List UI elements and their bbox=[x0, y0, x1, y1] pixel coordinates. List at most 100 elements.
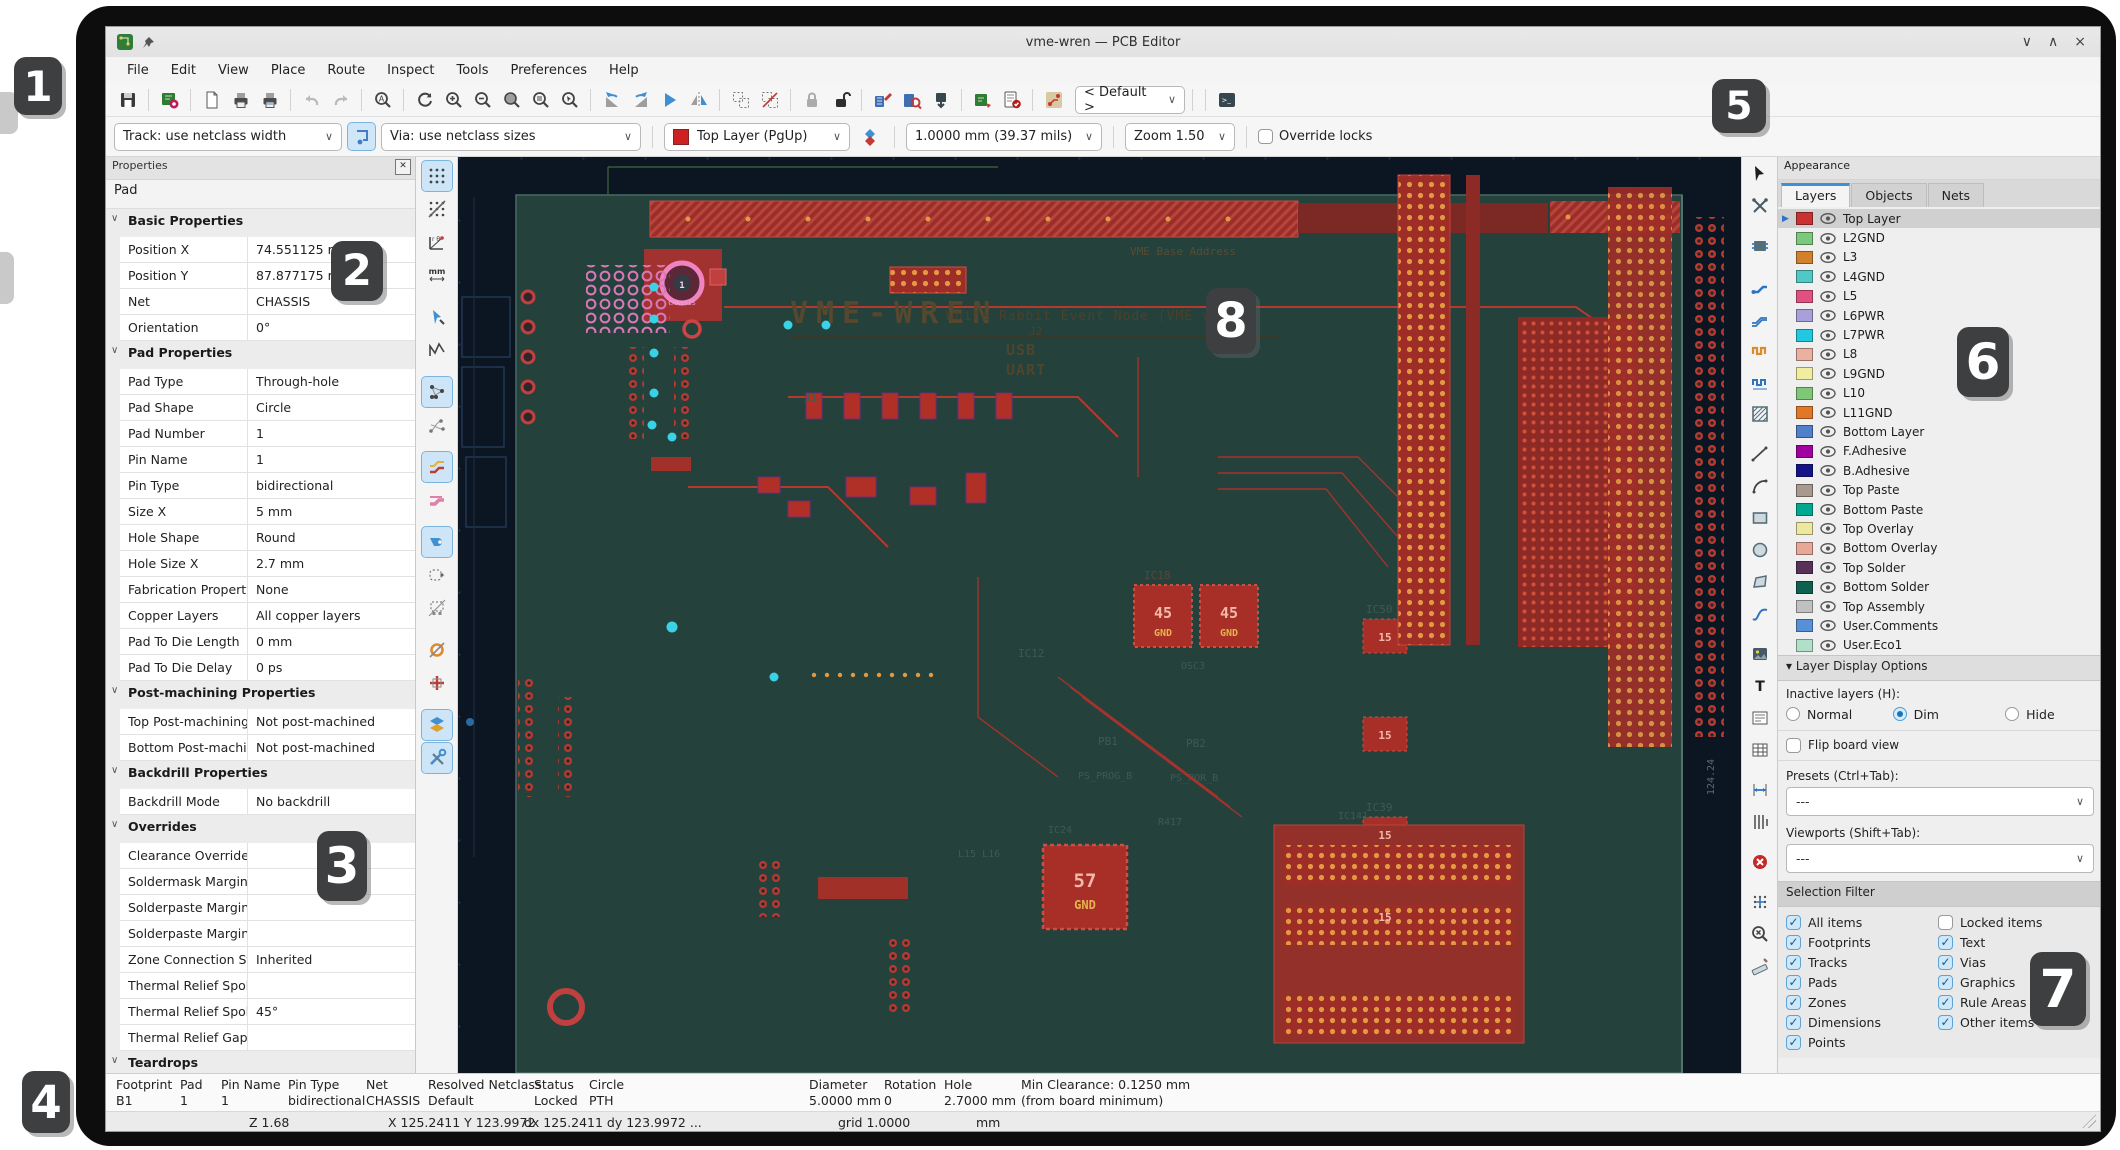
layer-row-l8[interactable]: L8 bbox=[1778, 345, 2101, 364]
layer-color-swatch[interactable] bbox=[1796, 290, 1813, 303]
layer-row-user-comments[interactable]: User.Comments bbox=[1778, 616, 2101, 635]
ungroup-button[interactable] bbox=[756, 86, 783, 113]
property-value[interactable]: 0 ps bbox=[248, 655, 415, 680]
layer-color-swatch[interactable] bbox=[1796, 212, 1813, 225]
update-pcb-button[interactable] bbox=[969, 86, 996, 113]
page-settings-button[interactable] bbox=[198, 86, 225, 113]
checkbox[interactable]: ✓ bbox=[1938, 975, 1953, 990]
add-image-button[interactable] bbox=[1745, 639, 1775, 669]
route-diff-pairs-button[interactable] bbox=[1745, 303, 1775, 333]
property-value[interactable]: 2.7 mm bbox=[248, 551, 415, 576]
highlight-net-button[interactable] bbox=[1745, 191, 1775, 221]
track-clearance-button[interactable] bbox=[422, 485, 452, 515]
eye-icon[interactable] bbox=[1820, 368, 1836, 379]
layer-color-swatch[interactable] bbox=[1796, 270, 1813, 283]
print-button[interactable] bbox=[227, 86, 254, 113]
preset-dropdown[interactable]: < Default >∨ bbox=[1075, 86, 1185, 114]
layer-row-top-overlay[interactable]: Top Overlay bbox=[1778, 519, 2101, 538]
filter-locked-items[interactable]: Locked items bbox=[1938, 915, 2094, 930]
menu-route[interactable]: Route bbox=[318, 60, 374, 81]
grid-dropdown[interactable]: 1.0000 mm (39.37 mils)∨ bbox=[906, 123, 1102, 151]
layer-row-l3[interactable]: L3 bbox=[1778, 248, 2101, 267]
layer-row-l9gnd[interactable]: L9GND bbox=[1778, 364, 2101, 383]
checkbox[interactable]: ✓ bbox=[1938, 1015, 1953, 1030]
delete-tool-button[interactable] bbox=[1745, 847, 1775, 877]
find-button[interactable]: A bbox=[369, 86, 396, 113]
eye-icon[interactable] bbox=[1820, 388, 1836, 399]
checkbox[interactable]: ✓ bbox=[1786, 955, 1801, 970]
properties-section-teardrops[interactable]: Teardrops bbox=[106, 1051, 415, 1073]
property-value[interactable]: 1 bbox=[248, 447, 415, 472]
checkbox[interactable]: ✓ bbox=[1938, 935, 1953, 950]
filter-dimensions[interactable]: ✓Dimensions bbox=[1786, 1015, 1938, 1030]
filter-tracks[interactable]: ✓Tracks bbox=[1786, 955, 1938, 970]
grid-override-button[interactable] bbox=[422, 194, 452, 224]
filter-zones[interactable]: ✓Zones bbox=[1786, 995, 1938, 1010]
tab-nets[interactable]: Nets bbox=[1928, 183, 1984, 207]
layer-row-l10[interactable]: L10 bbox=[1778, 384, 2101, 403]
property-value[interactable]: Not post-machined bbox=[248, 709, 415, 734]
eye-icon[interactable] bbox=[1820, 562, 1836, 573]
grid-origin-button[interactable] bbox=[1745, 887, 1775, 917]
tab-layers[interactable]: Layers bbox=[1781, 183, 1850, 207]
search-footprints-button[interactable] bbox=[898, 86, 925, 113]
eye-icon[interactable] bbox=[1820, 252, 1836, 263]
run-drc-button[interactable] bbox=[998, 86, 1025, 113]
pcb-canvas[interactable]: VME-WRENWhite Rabbit Event Node (VME ver… bbox=[458, 157, 1741, 1073]
filter-footprints[interactable]: ✓Footprints bbox=[1786, 935, 1938, 950]
layer-row-f-adhesive[interactable]: F.Adhesive bbox=[1778, 442, 2101, 461]
layer-display-options-header[interactable]: ▾ Layer Display Options bbox=[1778, 655, 2101, 681]
resize-grip[interactable] bbox=[2082, 1114, 2096, 1128]
save-button[interactable] bbox=[114, 86, 141, 113]
property-value[interactable]: 1 bbox=[248, 421, 415, 446]
menu-tools[interactable]: Tools bbox=[447, 60, 497, 81]
property-value[interactable]: Inherited bbox=[248, 947, 415, 972]
property-value[interactable]: 5 mm bbox=[248, 499, 415, 524]
undo-button[interactable] bbox=[298, 86, 325, 113]
layer-row-l11gnd[interactable]: L11GND bbox=[1778, 403, 2101, 422]
pad-outline-button[interactable] bbox=[422, 560, 452, 590]
property-value[interactable]: bidirectional bbox=[248, 473, 415, 498]
property-value[interactable]: Not post-machined bbox=[248, 735, 415, 760]
layer-color-swatch[interactable] bbox=[1796, 406, 1813, 419]
layer-color-swatch[interactable] bbox=[1796, 542, 1813, 555]
checkbox[interactable]: ✓ bbox=[1786, 1015, 1801, 1030]
via-size-dropdown[interactable]: Via: use netclass sizes∨ bbox=[381, 123, 641, 151]
layer-row-l5[interactable]: L5 bbox=[1778, 287, 2101, 306]
eye-icon[interactable] bbox=[1820, 523, 1836, 534]
add-arc-button[interactable] bbox=[1745, 471, 1775, 501]
property-value[interactable]: 0° bbox=[248, 315, 415, 340]
eye-icon[interactable] bbox=[1820, 330, 1836, 341]
inspect-clearance-button[interactable] bbox=[1745, 919, 1775, 949]
eye-icon[interactable] bbox=[1820, 310, 1836, 321]
layer-row-bottom-paste[interactable]: Bottom Paste bbox=[1778, 500, 2101, 519]
checkbox[interactable]: ✓ bbox=[1786, 935, 1801, 950]
pad-clearance-button[interactable] bbox=[422, 527, 452, 557]
checkbox[interactable]: ✓ bbox=[1938, 995, 1953, 1010]
menu-edit[interactable]: Edit bbox=[162, 60, 205, 81]
eye-icon[interactable] bbox=[1820, 407, 1836, 418]
rotate-ccw-button[interactable] bbox=[598, 86, 625, 113]
unlock-button[interactable] bbox=[827, 86, 854, 113]
tab-objects[interactable]: Objects bbox=[1851, 183, 1926, 207]
layer-color-swatch[interactable] bbox=[1796, 232, 1813, 245]
eye-icon[interactable] bbox=[1820, 543, 1836, 554]
add-ortho-dimension-button[interactable] bbox=[1745, 807, 1775, 837]
track-width-dropdown[interactable]: Track: use netclass width∨ bbox=[114, 123, 342, 151]
refresh-button[interactable] bbox=[411, 86, 438, 113]
eye-icon[interactable] bbox=[1820, 291, 1836, 302]
units-mm-button[interactable]: mm bbox=[422, 260, 452, 290]
eye-icon[interactable] bbox=[1820, 213, 1836, 224]
add-table-button[interactable] bbox=[1745, 735, 1775, 765]
layer-color-swatch[interactable] bbox=[1796, 600, 1813, 613]
track-display-button[interactable] bbox=[422, 452, 452, 482]
footprint-outline-button[interactable] bbox=[422, 593, 452, 623]
redo-button[interactable] bbox=[327, 86, 354, 113]
eye-icon[interactable] bbox=[1820, 640, 1836, 651]
property-value[interactable] bbox=[248, 973, 415, 998]
properties-section-backdrill-properties[interactable]: Backdrill Properties bbox=[106, 761, 415, 789]
radio-normal[interactable]: Normal bbox=[1786, 707, 1893, 722]
checkbox[interactable]: ✓ bbox=[1938, 955, 1953, 970]
layer-color-swatch[interactable] bbox=[1796, 639, 1813, 652]
zoom-out-button[interactable] bbox=[469, 86, 496, 113]
